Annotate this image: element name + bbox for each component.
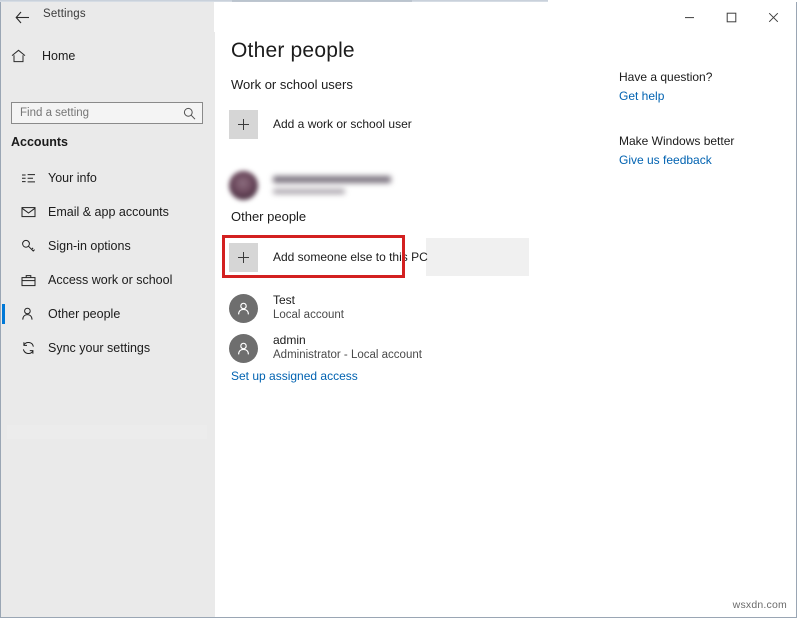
user-subtitle: Local account bbox=[273, 308, 344, 323]
sidebar-artifact bbox=[7, 425, 207, 439]
user-subtitle: Administrator - Local account bbox=[273, 348, 422, 363]
search-box[interactable] bbox=[11, 102, 203, 124]
person-avatar-icon bbox=[229, 334, 258, 363]
close-button[interactable] bbox=[758, 2, 788, 32]
sidebar-item-home[interactable]: Home bbox=[1, 44, 215, 68]
selection-accent bbox=[2, 304, 5, 324]
back-arrow-icon[interactable] bbox=[11, 6, 33, 28]
sidebar-item-other-people[interactable]: Other people bbox=[1, 297, 215, 331]
sidebar-nav-list: Your info Email & app accounts bbox=[1, 161, 215, 365]
mail-icon bbox=[13, 206, 43, 218]
help-block-feedback: Make Windows better Give us feedback bbox=[619, 134, 797, 167]
help-block-question: Have a question? Get help bbox=[619, 70, 797, 103]
sidebar-item-label: Other people bbox=[48, 307, 120, 321]
home-icon bbox=[11, 49, 41, 63]
app-title: Settings bbox=[43, 8, 86, 20]
give-us-feedback-link[interactable]: Give us feedback bbox=[619, 153, 797, 167]
sync-icon bbox=[13, 341, 43, 355]
search-icon[interactable] bbox=[176, 107, 202, 120]
user-account-row[interactable]: Test Local account bbox=[229, 288, 344, 328]
redacted-account-text bbox=[273, 176, 391, 194]
work-or-school-heading: Work or school users bbox=[231, 77, 353, 92]
selection-accent bbox=[2, 236, 5, 256]
sidebar-item-label: Email & app accounts bbox=[48, 205, 169, 219]
sidebar-item-sync-your-settings[interactable]: Sync your settings bbox=[1, 331, 215, 365]
help-heading: Have a question? bbox=[619, 70, 797, 84]
selection-accent bbox=[2, 168, 5, 188]
title-bar: Settings bbox=[1, 2, 796, 32]
selection-accent bbox=[2, 338, 5, 358]
user-account-text: Test Local account bbox=[273, 293, 344, 323]
sidebar-item-email-app-accounts[interactable]: Email & app accounts bbox=[1, 195, 215, 229]
sidebar-item-label: Sync your settings bbox=[48, 341, 150, 355]
plus-icon bbox=[229, 110, 258, 139]
minimize-button[interactable] bbox=[674, 2, 704, 32]
watermark: wsxdn.com bbox=[733, 599, 787, 611]
sidebar: Home Accounts Your in bbox=[1, 32, 215, 617]
redacted-name-line bbox=[273, 176, 391, 183]
content-area: Other people Work or school users Add a … bbox=[215, 32, 796, 617]
key-icon bbox=[13, 239, 43, 253]
briefcase-icon bbox=[13, 274, 43, 287]
set-up-assigned-access-link[interactable]: Set up assigned access bbox=[231, 369, 358, 383]
page-title: Other people bbox=[231, 39, 355, 63]
redacted-subtitle-line bbox=[273, 189, 345, 194]
user-name: Test bbox=[273, 293, 344, 308]
settings-window: Settings bbox=[0, 2, 797, 618]
sidebar-item-sign-in-options[interactable]: Sign-in options bbox=[1, 229, 215, 263]
sidebar-item-access-work-or-school[interactable]: Access work or school bbox=[1, 263, 215, 297]
selection-accent bbox=[2, 270, 5, 290]
sidebar-item-label: Access work or school bbox=[48, 273, 172, 287]
person-avatar-icon bbox=[229, 294, 258, 323]
add-work-or-school-user-button[interactable]: Add a work or school user bbox=[229, 106, 412, 142]
sidebar-section-title: Accounts bbox=[11, 135, 68, 149]
user-account-row[interactable]: admin Administrator - Local account bbox=[229, 328, 422, 368]
maximize-button[interactable] bbox=[716, 2, 746, 32]
window-controls bbox=[674, 2, 796, 32]
highlight-annotation-box bbox=[222, 235, 405, 278]
home-label: Home bbox=[42, 49, 75, 63]
search-input[interactable] bbox=[12, 103, 176, 123]
other-people-heading: Other people bbox=[231, 209, 306, 224]
user-name: admin bbox=[273, 333, 422, 348]
sidebar-item-your-info[interactable]: Your info bbox=[1, 161, 215, 195]
add-someone-row-hover-background bbox=[426, 238, 529, 276]
redacted-work-account-row[interactable] bbox=[229, 165, 391, 205]
help-heading: Make Windows better bbox=[619, 134, 797, 148]
add-work-or-school-user-label: Add a work or school user bbox=[273, 117, 412, 131]
sidebar-item-label: Your info bbox=[48, 171, 97, 185]
your-info-icon bbox=[13, 172, 43, 185]
selection-accent bbox=[2, 202, 5, 222]
user-account-text: admin Administrator - Local account bbox=[273, 333, 422, 363]
sidebar-item-label: Sign-in options bbox=[48, 239, 131, 253]
person-icon bbox=[13, 307, 43, 321]
avatar bbox=[229, 171, 258, 200]
get-help-link[interactable]: Get help bbox=[619, 89, 797, 103]
